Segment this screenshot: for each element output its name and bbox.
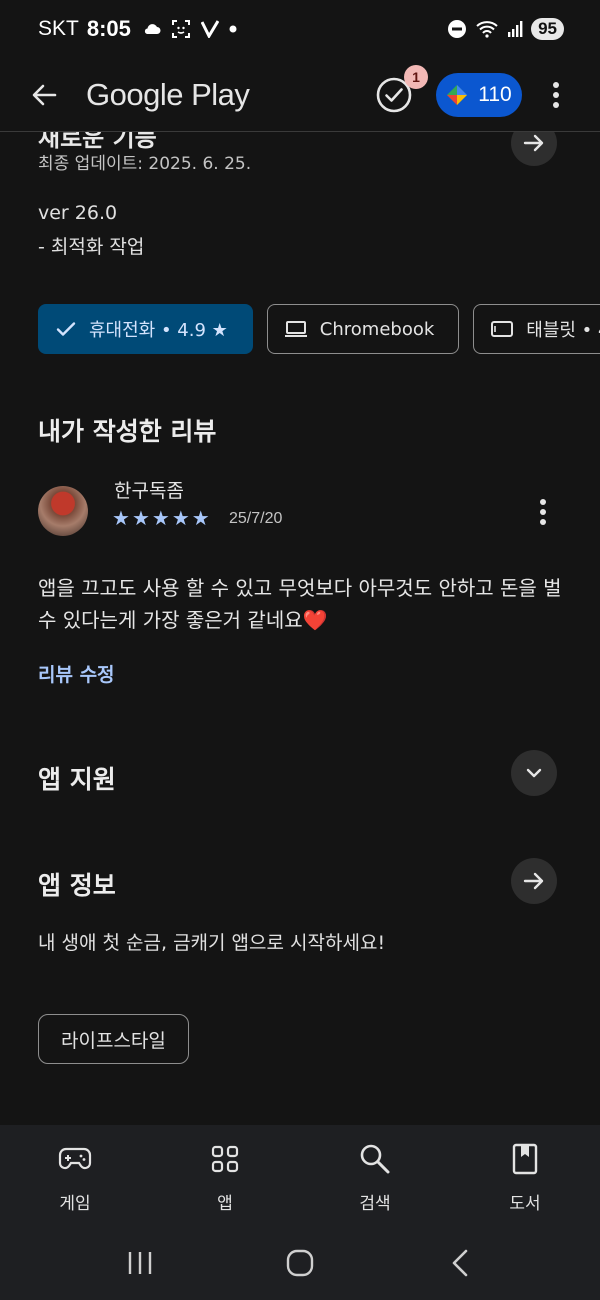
star-icon: ★ bbox=[171, 506, 190, 530]
chip-tablet-label: 태블릿 • 4.9 ★ bbox=[526, 320, 600, 341]
chevron-left-icon bbox=[452, 1249, 468, 1276]
category-chip[interactable]: 라이프스타일 bbox=[38, 1014, 189, 1064]
details-content[interactable]: 새로운 기능 최종 업데이트: 2025. 6. 25. ver 26.0 - … bbox=[0, 132, 600, 1125]
signal-icon bbox=[508, 21, 523, 37]
review-body: 앱을 끄고도 사용 할 수 있고 무엇보다 아무것도 안하고 돈을 벌 수 있다… bbox=[38, 572, 568, 636]
more-vert-icon bbox=[540, 499, 546, 525]
apps-grid-icon bbox=[211, 1145, 239, 1173]
star-icon: ★ bbox=[131, 506, 150, 530]
avatar bbox=[38, 486, 88, 536]
arrow-back-icon bbox=[32, 84, 57, 105]
review-menu-button[interactable] bbox=[528, 494, 558, 530]
reviewer-name: 한구독좀 bbox=[114, 480, 184, 502]
nav-books-label: 도서 bbox=[509, 1194, 541, 1214]
nav-search[interactable]: 검색 bbox=[300, 1125, 450, 1225]
nav-apps-label: 앱 bbox=[217, 1194, 233, 1214]
points-value: 110 bbox=[478, 82, 512, 106]
version-note: - 최적화 작업 bbox=[38, 236, 145, 258]
play-points-button[interactable]: 110 bbox=[436, 72, 522, 117]
system-navigation-bar bbox=[0, 1225, 600, 1300]
check-icon bbox=[56, 322, 76, 336]
back-button[interactable] bbox=[24, 75, 64, 115]
system-back-button[interactable] bbox=[430, 1233, 490, 1293]
search-icon bbox=[360, 1144, 390, 1174]
app-description: 내 생애 첫 순금, 금캐기 앱으로 시작하세요! bbox=[38, 932, 386, 954]
app-info-title[interactable]: 앱 정보 bbox=[38, 866, 116, 902]
recents-icon bbox=[128, 1251, 152, 1274]
review-text: 앱을 끄고도 사용 할 수 있고 무엇보다 아무것도 안하고 돈을 벌 수 있다… bbox=[38, 576, 562, 632]
stats-row-partial bbox=[0, 1112, 600, 1125]
nav-apps[interactable]: 앱 bbox=[150, 1125, 300, 1225]
chip-phone-label: 휴대전화 • 4.9 ★ bbox=[89, 320, 228, 341]
review-rating-stars: ★ ★ ★ ★ ★ bbox=[112, 506, 210, 530]
chip-chromebook[interactable]: Chromebook bbox=[266, 304, 460, 354]
last-updated-text: 최종 업데이트: 2025. 6. 25. bbox=[38, 154, 252, 174]
version-text: ver 26.0 bbox=[38, 202, 118, 224]
heart-emoji: ❤️ bbox=[302, 608, 328, 632]
nav-search-label: 검색 bbox=[359, 1194, 391, 1214]
play-points-icon bbox=[447, 84, 468, 105]
v-logo-icon bbox=[200, 20, 219, 38]
chevron-down-icon bbox=[526, 768, 542, 778]
laptop-icon bbox=[284, 321, 307, 337]
nav-games[interactable]: 게임 bbox=[0, 1125, 150, 1225]
review-date: 25/7/20 bbox=[229, 510, 283, 527]
notification-badge: 1 bbox=[404, 64, 428, 89]
app-support-title[interactable]: 앱 지원 bbox=[38, 760, 116, 796]
more-vert-icon bbox=[553, 81, 559, 108]
star-icon: ★ bbox=[151, 506, 170, 530]
carrier-label: SKT bbox=[38, 17, 79, 40]
clock: 8:05 bbox=[86, 16, 131, 41]
play-points-tasks-button[interactable]: 1 bbox=[372, 64, 428, 117]
recents-button[interactable] bbox=[110, 1233, 170, 1293]
do-not-disturb-icon bbox=[448, 20, 467, 38]
nav-books[interactable]: 도서 bbox=[450, 1125, 600, 1225]
home-icon bbox=[286, 1249, 314, 1276]
bottom-navigation: 게임 앱 검색 도서 bbox=[0, 1125, 600, 1225]
whats-new-arrow-button[interactable] bbox=[511, 132, 557, 166]
chip-phone[interactable]: 휴대전화 • 4.9 ★ bbox=[38, 304, 253, 354]
gamepad-icon bbox=[58, 1147, 92, 1170]
app-title: Google Play bbox=[86, 76, 250, 112]
chip-tablet[interactable]: 태블릿 • 4.9 ★ bbox=[473, 304, 600, 354]
battery-level: 95 bbox=[531, 18, 564, 40]
wifi-icon bbox=[476, 21, 498, 38]
arrow-forward-icon bbox=[523, 872, 544, 890]
book-icon bbox=[512, 1143, 538, 1175]
app-info-arrow-button[interactable] bbox=[511, 858, 557, 904]
face-scan-icon bbox=[171, 20, 190, 38]
star-icon: ★ bbox=[112, 506, 130, 530]
cloud-icon bbox=[144, 24, 161, 34]
dot-icon bbox=[229, 25, 237, 33]
app-support-expand-button[interactable] bbox=[511, 750, 557, 796]
chip-chromebook-label: Chromebook bbox=[319, 318, 435, 340]
device-chips: 휴대전화 • 4.9 ★ Chromebook 태블릿 • 4.9 ★ bbox=[38, 304, 600, 354]
nav-games-label: 게임 bbox=[59, 1194, 91, 1214]
edit-review-link[interactable]: 리뷰 수정 bbox=[38, 660, 115, 687]
app-bar: Google Play 1 110 bbox=[0, 58, 600, 132]
status-bar: SKT 8:05 95 bbox=[0, 0, 600, 58]
arrow-forward-icon bbox=[523, 134, 544, 152]
overflow-menu-button[interactable] bbox=[536, 73, 576, 117]
star-icon: ★ bbox=[191, 506, 210, 530]
home-button[interactable] bbox=[270, 1233, 330, 1293]
tablet-icon bbox=[491, 321, 514, 337]
my-review-title: 내가 작성한 리뷰 bbox=[38, 417, 217, 446]
